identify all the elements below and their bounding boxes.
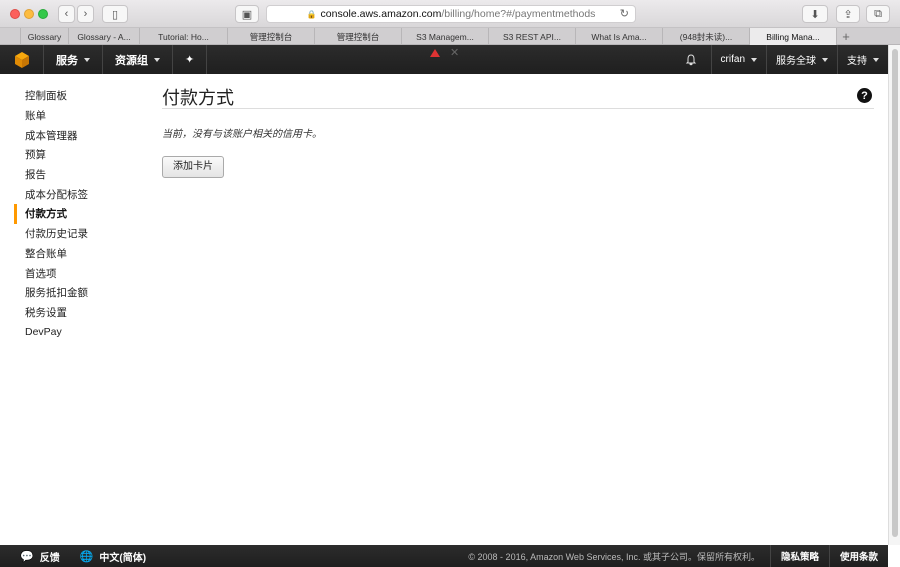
support-menu[interactable]: 支持 <box>837 45 888 74</box>
aws-logo[interactable] <box>0 45 44 74</box>
region-menu[interactable]: 服务全球 <box>766 45 837 74</box>
sidebar-item[interactable]: 报告 <box>14 165 144 185</box>
language-label: 中文(简体) <box>99 552 147 564</box>
sidebar-item[interactable]: 付款历史记录 <box>14 224 144 244</box>
globe-icon: 🌐 <box>79 550 94 563</box>
language-selector[interactable]: 🌐 中文(简体) <box>70 545 156 567</box>
main-content: 付款方式 ? 当前，没有与该账户相关的信用卡。 添加卡片 <box>162 84 874 178</box>
browser-tab[interactable]: Billing Mana... <box>750 28 837 45</box>
add-card-button[interactable]: 添加卡片 <box>162 156 224 178</box>
help-icon[interactable]: ? <box>857 88 872 103</box>
zoom-window-button[interactable] <box>38 9 48 19</box>
dismiss-icon[interactable]: ✕ <box>450 46 459 59</box>
billing-sidebar: 控制面板 账单 成本管理器 预算 报告 成本分配标签 付款方式 付款历史记录 整合账单 首选项 服务… <box>14 86 144 342</box>
services-menu[interactable]: 服务 <box>44 45 103 74</box>
notifications-button[interactable] <box>671 45 711 74</box>
browser-tab[interactable]: Glossary <box>21 28 69 45</box>
sidebar-item[interactable]: 控制面板 <box>14 86 144 106</box>
browser-toolbar: ‹ › ▯ ▣ 🔒 console.aws.amazon.com/billing… <box>0 0 900 28</box>
chevron-left-icon: ‹ <box>64 8 69 20</box>
caret-down-icon <box>154 57 160 62</box>
tab-spacer <box>0 28 21 45</box>
aws-top-nav: 服务 资源组 ✦ ✕ crifan 服务全球 支持 <box>0 45 888 74</box>
page-title: 付款方式 <box>162 84 874 109</box>
pin-icon: ✦ <box>185 54 195 66</box>
feedback-label: 反馈 <box>39 552 60 564</box>
browser-tab[interactable]: 管理控制台 <box>315 28 402 45</box>
tab-overview-button[interactable]: ⧉ <box>866 5 890 23</box>
browser-tab[interactable]: S3 Managem... <box>402 28 489 45</box>
terms-link[interactable]: 使用条款 <box>828 545 888 567</box>
support-label: 支持 <box>847 56 867 67</box>
url-path: /billing/home?#/paymentmethods <box>441 8 596 20</box>
warning-icon <box>430 49 440 57</box>
aws-footer: 💬 反馈 🌐 中文(简体) © 2008 - 2016, Amazon Web Se… <box>0 545 888 567</box>
new-tab-button[interactable]: + <box>837 28 855 44</box>
sidebar-item[interactable]: 税务设置 <box>14 303 144 323</box>
sidebar-item[interactable]: DevPay <box>14 322 144 342</box>
back-button[interactable]: ‹ <box>58 5 75 23</box>
pin-button[interactable]: ✦ <box>173 45 208 74</box>
aws-cube-icon <box>14 51 29 68</box>
copyright-text: © 2008 - 2016, Amazon Web Services, Inc.… <box>468 551 760 562</box>
caret-down-icon <box>822 57 828 62</box>
chevron-right-icon: › <box>83 8 88 20</box>
feedback-button[interactable]: 💬 反馈 <box>0 545 70 567</box>
browser-tab[interactable]: Glossary - A... <box>69 28 140 45</box>
minimize-window-button[interactable] <box>24 9 34 19</box>
sidebar-item[interactable]: 账单 <box>14 106 144 126</box>
share-button[interactable]: ⇪ <box>836 5 860 23</box>
close-window-button[interactable] <box>10 9 20 19</box>
caret-down-icon <box>84 57 90 62</box>
chat-bubble-icon: 💬 <box>20 550 34 563</box>
reload-icon[interactable]: ↻ <box>620 7 629 20</box>
services-label: 服务 <box>56 54 78 67</box>
reader-icon: ▣ <box>241 8 253 21</box>
browser-tab[interactable]: S3 REST API... <box>489 28 576 45</box>
sidebar-item[interactable]: 首选项 <box>14 263 144 283</box>
share-icon: ⇪ <box>843 8 853 21</box>
no-card-message: 当前，没有与该账户相关的信用卡。 <box>162 129 322 140</box>
browser-tab[interactable]: 管理控制台 <box>228 28 315 45</box>
url-host: console.aws.amazon.com <box>320 8 442 20</box>
caret-down-icon <box>751 57 757 62</box>
forward-button[interactable]: › <box>77 5 94 23</box>
page-scrollbar[interactable] <box>888 45 900 545</box>
resource-groups-menu[interactable]: 资源组 <box>103 45 173 74</box>
caret-down-icon <box>873 57 879 62</box>
region-label: 服务全球 <box>776 56 816 67</box>
browser-tab[interactable]: Tutorial: Ho... <box>140 28 228 45</box>
browser-tab[interactable]: (948封未读)... <box>663 28 750 45</box>
sidebar-item[interactable]: 预算 <box>14 145 144 165</box>
user-menu[interactable]: crifan <box>710 45 766 74</box>
sidebar-icon: ▯ <box>111 8 119 21</box>
downloads-button[interactable]: ⬇ <box>802 5 828 23</box>
sidebar-item[interactable]: 成本管理器 <box>14 125 144 145</box>
tabs-icon: ⧉ <box>874 7 882 20</box>
bell-icon <box>685 53 696 65</box>
sidebar-item[interactable]: 服务抵扣金额 <box>14 283 144 303</box>
sidebar-toggle-button[interactable]: ▯ <box>102 5 128 23</box>
user-name: crifan <box>720 54 745 65</box>
lock-icon: 🔒 <box>306 9 317 19</box>
sidebar-item[interactable]: 付款方式 <box>14 204 144 224</box>
address-bar[interactable]: 🔒 console.aws.amazon.com/billing/home?#/… <box>266 5 636 23</box>
reader-button[interactable]: ▣ <box>235 5 259 23</box>
sidebar-item[interactable]: 成本分配标签 <box>14 184 144 204</box>
download-icon: ⬇ <box>810 8 820 21</box>
browser-tab[interactable]: What Is Ama... <box>576 28 663 45</box>
sidebar-item[interactable]: 整合账单 <box>14 244 144 264</box>
browser-tabs: Glossary Glossary - A... Tutorial: Ho... 管理… <box>0 28 900 45</box>
resource-groups-label: 资源组 <box>115 54 148 67</box>
scrollbar-thumb[interactable] <box>892 49 898 537</box>
privacy-link[interactable]: 隐私策略 <box>769 545 829 567</box>
